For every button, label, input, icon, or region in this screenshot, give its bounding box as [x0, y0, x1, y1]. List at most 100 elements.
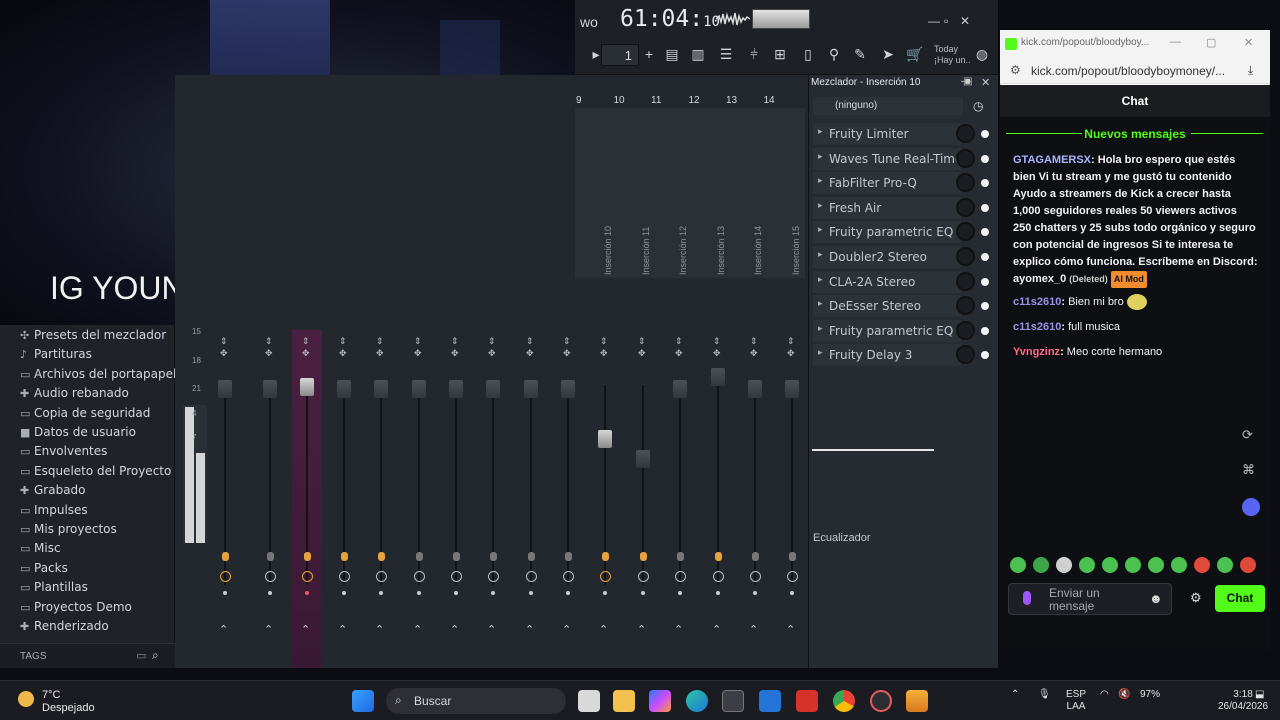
mixer-strip[interactable]: ⇕ ✥ ⌃: [628, 330, 658, 668]
browser-item[interactable]: ✚ Renderizado: [20, 619, 109, 637]
slot-enable-led[interactable]: [981, 277, 989, 286]
metronome-icon[interactable]: ᴡᴏ: [580, 14, 598, 32]
pan-knob[interactable]: [302, 571, 313, 582]
news-panel[interactable]: Today ¡Hay un..: [934, 44, 971, 66]
slot-enable-led[interactable]: [981, 203, 989, 212]
record-arm-icon[interactable]: [222, 552, 229, 561]
mute-led[interactable]: [716, 591, 720, 595]
stereo-separation-icon[interactable]: ⇕ ✥: [675, 335, 683, 359]
send-arrow-icon[interactable]: ⌃: [637, 623, 646, 636]
insert-preset-selector[interactable]: (ninguno): [813, 97, 963, 115]
maximize-icon[interactable]: ▫: [944, 14, 948, 28]
emote-icon[interactable]: [1217, 557, 1233, 573]
insert-slot[interactable]: ▸ Waves Tune Real-Time S..: [813, 147, 961, 170]
notification-icon[interactable]: ⬓: [1255, 689, 1264, 701]
search-icon[interactable]: ⌕: [152, 648, 159, 663]
pan-knob[interactable]: [376, 571, 387, 582]
mix-knob[interactable]: [956, 296, 975, 316]
close-icon[interactable]: ✕: [1244, 36, 1253, 49]
mute-led[interactable]: [379, 591, 383, 595]
send-arrow-icon[interactable]: ⌃: [712, 623, 721, 636]
mute-led[interactable]: [529, 591, 533, 595]
send-arrow-icon[interactable]: ⌃: [413, 623, 422, 636]
pan-knob[interactable]: [526, 571, 537, 582]
volume-fader[interactable]: [636, 450, 650, 468]
mute-led[interactable]: [454, 591, 458, 595]
insert-slot[interactable]: ▸ Fresh Air: [813, 196, 961, 219]
volume-fader[interactable]: [598, 430, 612, 448]
pan-knob[interactable]: [451, 571, 462, 582]
emote-icon[interactable]: [1148, 557, 1164, 573]
mute-led[interactable]: [268, 591, 272, 595]
pan-knob[interactable]: [713, 571, 724, 582]
volume-fader[interactable]: [218, 380, 232, 398]
volume-fader[interactable]: [374, 380, 388, 398]
stereo-separation-icon[interactable]: ⇕ ✥: [265, 335, 273, 359]
browser-item[interactable]: ♪ Partituras: [20, 347, 92, 365]
maximize-icon[interactable]: ▢: [1206, 36, 1216, 49]
mix-knob[interactable]: [956, 247, 975, 266]
volume-fader[interactable]: [524, 380, 538, 398]
pattern-selector[interactable]: 1: [601, 44, 639, 66]
fl-studio-icon[interactable]: [906, 690, 928, 712]
pan-knob[interactable]: [220, 571, 231, 582]
clock-icon[interactable]: ◷: [973, 99, 983, 113]
cart-icon[interactable]: 🛒: [906, 46, 923, 64]
record-arm-icon[interactable]: [565, 552, 572, 561]
send-arrow-icon[interactable]: ⌃: [525, 623, 534, 636]
emote-icon[interactable]: [1079, 557, 1095, 573]
mix-knob[interactable]: [956, 173, 975, 193]
browser-item[interactable]: ▭ Archivos del portapapeles: [20, 367, 190, 385]
browser-item[interactable]: ✚ Grabado: [20, 483, 86, 501]
track-name[interactable]: Inserción 12: [678, 226, 688, 275]
send-arrow-icon[interactable]: ⌃: [749, 623, 758, 636]
send-arrow-icon[interactable]: ⌃: [599, 623, 608, 636]
send-chat-button[interactable]: Chat: [1215, 585, 1265, 612]
battery-indicator[interactable]: 97%: [1140, 689, 1160, 701]
minimize-icon[interactable]: —: [928, 14, 940, 28]
insert-slot[interactable]: ▸ Fruity parametric EQ 2: [813, 319, 961, 342]
slot-enable-led[interactable]: [981, 228, 989, 237]
expand-arrow-icon[interactable]: ▸: [818, 152, 823, 162]
channel-rack-icon[interactable]: ☰: [718, 46, 734, 64]
steam-icon[interactable]: [870, 690, 892, 712]
send-arrow-icon[interactable]: ⌃: [562, 623, 571, 636]
record-arm-icon[interactable]: [789, 552, 796, 561]
insert-slot[interactable]: ▸ Fruity Limiter: [813, 123, 961, 145]
record-arm-icon[interactable]: [528, 552, 535, 561]
send-arrow-icon[interactable]: ⌃: [786, 623, 795, 636]
mute-led[interactable]: [678, 591, 682, 595]
mix-knob[interactable]: [956, 320, 975, 340]
pan-knob[interactable]: [675, 571, 686, 582]
emote-icon[interactable]: [1125, 557, 1141, 573]
slot-enable-led[interactable]: [981, 253, 989, 261]
mixer-strip[interactable]: ⇕ ✥ ⌃: [703, 330, 733, 668]
restore-icon[interactable]: ▣: [963, 76, 972, 87]
browser-item[interactable]: ▭ Mis proyectos: [20, 522, 117, 540]
mix-knob[interactable]: [956, 148, 975, 168]
mixer-strip[interactable]: ⇕ ✥ ⌃: [404, 330, 434, 668]
send-arrow-icon[interactable]: ⌃: [338, 623, 347, 636]
mute-led[interactable]: [305, 591, 309, 595]
expand-arrow-icon[interactable]: ▸: [818, 324, 823, 334]
volume-fader[interactable]: [561, 380, 575, 398]
send-arrow-icon[interactable]: ⌃: [264, 623, 273, 636]
record-arm-icon[interactable]: [602, 552, 609, 561]
record-arm-icon[interactable]: [304, 552, 311, 561]
expand-arrow-icon[interactable]: ▸: [818, 348, 823, 358]
file-explorer-icon[interactable]: [613, 690, 635, 712]
stereo-separation-icon[interactable]: ⇕ ✥: [451, 335, 459, 359]
tags-label[interactable]: TAGS: [20, 651, 46, 662]
volume-muted-icon[interactable]: 🔇: [1118, 689, 1130, 701]
browser-item[interactable]: ■ Datos de usuario: [20, 425, 136, 443]
expand-arrow-icon[interactable]: ▸: [818, 176, 823, 186]
record-arm-icon[interactable]: [715, 552, 722, 561]
insert-slot[interactable]: ▸ FabFilter Pro-Q: [813, 172, 961, 195]
browser-item[interactable]: ▭ Packs: [20, 561, 68, 579]
microphone-icon[interactable]: [1023, 591, 1031, 605]
slot-enable-led[interactable]: [981, 179, 989, 188]
expand-arrow-icon[interactable]: ▸: [818, 275, 823, 285]
stereo-separation-icon[interactable]: ⇕ ✥: [339, 335, 347, 359]
browser-item[interactable]: ▭ Esqueleto del Proyecto: [20, 464, 171, 482]
stereo-separation-icon[interactable]: ⇕ ✥: [563, 335, 571, 359]
